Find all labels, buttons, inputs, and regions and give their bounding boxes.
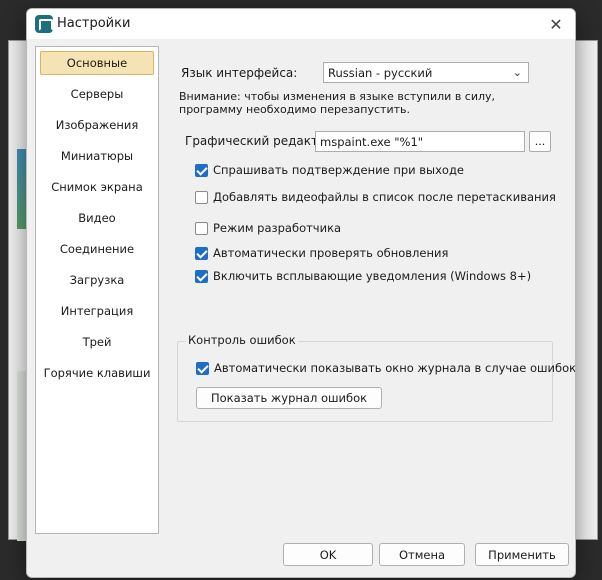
close-icon: ✕ xyxy=(549,14,563,34)
sidebar-item-label: Интеграция xyxy=(60,304,134,318)
sidebar-item-label: Горячие клавиши xyxy=(43,366,151,380)
sidebar-item-screenshot[interactable]: Снимок экрана xyxy=(40,175,154,199)
checkbox-label: Спрашивать подтверждение при выходе xyxy=(213,163,464,177)
sidebar-item-integration[interactable]: Интеграция xyxy=(40,299,154,323)
auto-check-updates-checkbox[interactable]: Автоматически проверять обновления xyxy=(195,245,448,261)
checkbox-box[interactable] xyxy=(195,190,208,204)
confirm-exit-checkbox[interactable]: Спрашивать подтверждение при выходе xyxy=(195,162,464,178)
checkbox-box[interactable] xyxy=(196,361,209,375)
button-label: Отмена xyxy=(398,547,446,562)
sidebar-item-label: Изображения xyxy=(55,118,139,132)
popup-notifications-checkbox[interactable]: Включить всплывающие уведомления (Window… xyxy=(195,268,531,284)
ok-button[interactable]: OK xyxy=(283,543,373,566)
chevron-down-icon: ⌄ xyxy=(512,66,522,79)
sidebar-item-label: Серверы xyxy=(70,87,124,101)
checkbox-label: Включить всплывающие уведомления (Window… xyxy=(213,269,532,283)
checkbox-label: Режим разработчика xyxy=(213,221,342,235)
graphics-editor-input[interactable]: mspaint.exe "%1" xyxy=(315,131,525,152)
button-label: OK xyxy=(319,547,337,562)
dialog-footer: OK Отмена Применить xyxy=(27,537,575,577)
language-select-value: Russian - русский xyxy=(328,65,433,80)
sidebar-item-thumbnails[interactable]: Миниатюры xyxy=(40,144,154,168)
app-logo-icon xyxy=(35,15,53,33)
sidebar-item-video[interactable]: Видео xyxy=(40,206,154,230)
window-title: Настройки xyxy=(57,16,131,31)
auto-show-log-checkbox[interactable]: Автоматически показывать окно журнала в … xyxy=(196,360,576,376)
settings-sidebar: Основные Серверы Изображения Миниатюры С… xyxy=(35,46,159,534)
apply-button[interactable]: Применить xyxy=(475,543,569,566)
button-label: Применить xyxy=(488,547,556,562)
sidebar-item-connection[interactable]: Соединение xyxy=(40,237,154,261)
sidebar-item-tray[interactable]: Трей xyxy=(40,330,154,354)
error-control-title: Контроль ошибок xyxy=(186,333,298,347)
sidebar-item-label: Снимок экрана xyxy=(51,180,143,194)
general-settings-panel: Язык интерфейса: Russian - русский ⌄ Вни… xyxy=(167,46,575,534)
checkbox-box[interactable] xyxy=(195,269,208,283)
sidebar-item-label: Основные xyxy=(66,56,128,70)
sidebar-item-label: Трей xyxy=(82,335,112,349)
checkbox-label: Автоматически проверять обновления xyxy=(213,246,449,260)
sidebar-item-hotkeys[interactable]: Горячие клавиши xyxy=(40,361,154,385)
close-button[interactable]: ✕ xyxy=(543,12,569,36)
sidebar-item-label: Загрузка xyxy=(69,273,125,287)
settings-dialog: Настройки ✕ Основные Серверы Изображения… xyxy=(26,8,576,578)
checkbox-label: Автоматически показывать окно журнала в … xyxy=(214,361,576,375)
developer-mode-checkbox[interactable]: Режим разработчика xyxy=(195,220,341,236)
title-bar: Настройки ✕ xyxy=(27,9,575,39)
button-label: Показать журнал ошибок xyxy=(210,391,368,405)
checkbox-box[interactable] xyxy=(195,221,208,235)
sidebar-item-label: Соединение xyxy=(59,242,135,256)
sidebar-item-images[interactable]: Изображения xyxy=(40,113,154,137)
show-error-log-button[interactable]: Показать журнал ошибок xyxy=(196,387,382,409)
browse-editor-button[interactable]: ... xyxy=(529,131,551,152)
language-select[interactable]: Russian - русский ⌄ xyxy=(323,62,529,83)
language-restart-note: Внимание: чтобы изменения в языке вступи… xyxy=(179,90,496,116)
sidebar-item-upload[interactable]: Загрузка xyxy=(40,268,154,292)
sidebar-item-general[interactable]: Основные xyxy=(40,51,154,75)
graphics-editor-value: mspaint.exe "%1" xyxy=(320,134,424,149)
sidebar-item-label: Миниатюры xyxy=(60,149,134,163)
sidebar-item-servers[interactable]: Серверы xyxy=(40,82,154,106)
sidebar-item-label: Видео xyxy=(78,211,116,225)
checkbox-label: Добавлять видеофайлы в список после пере… xyxy=(213,190,556,204)
checkbox-box[interactable] xyxy=(195,163,208,177)
browse-button-label: ... xyxy=(534,135,546,148)
add-videos-on-drag-checkbox[interactable]: Добавлять видеофайлы в список после пере… xyxy=(195,189,556,205)
cancel-button[interactable]: Отмена xyxy=(379,543,465,566)
language-label: Язык интерфейса: xyxy=(181,66,298,80)
checkbox-box[interactable] xyxy=(195,246,208,260)
error-control-group: Контроль ошибок Автоматически показывать… xyxy=(177,333,575,422)
